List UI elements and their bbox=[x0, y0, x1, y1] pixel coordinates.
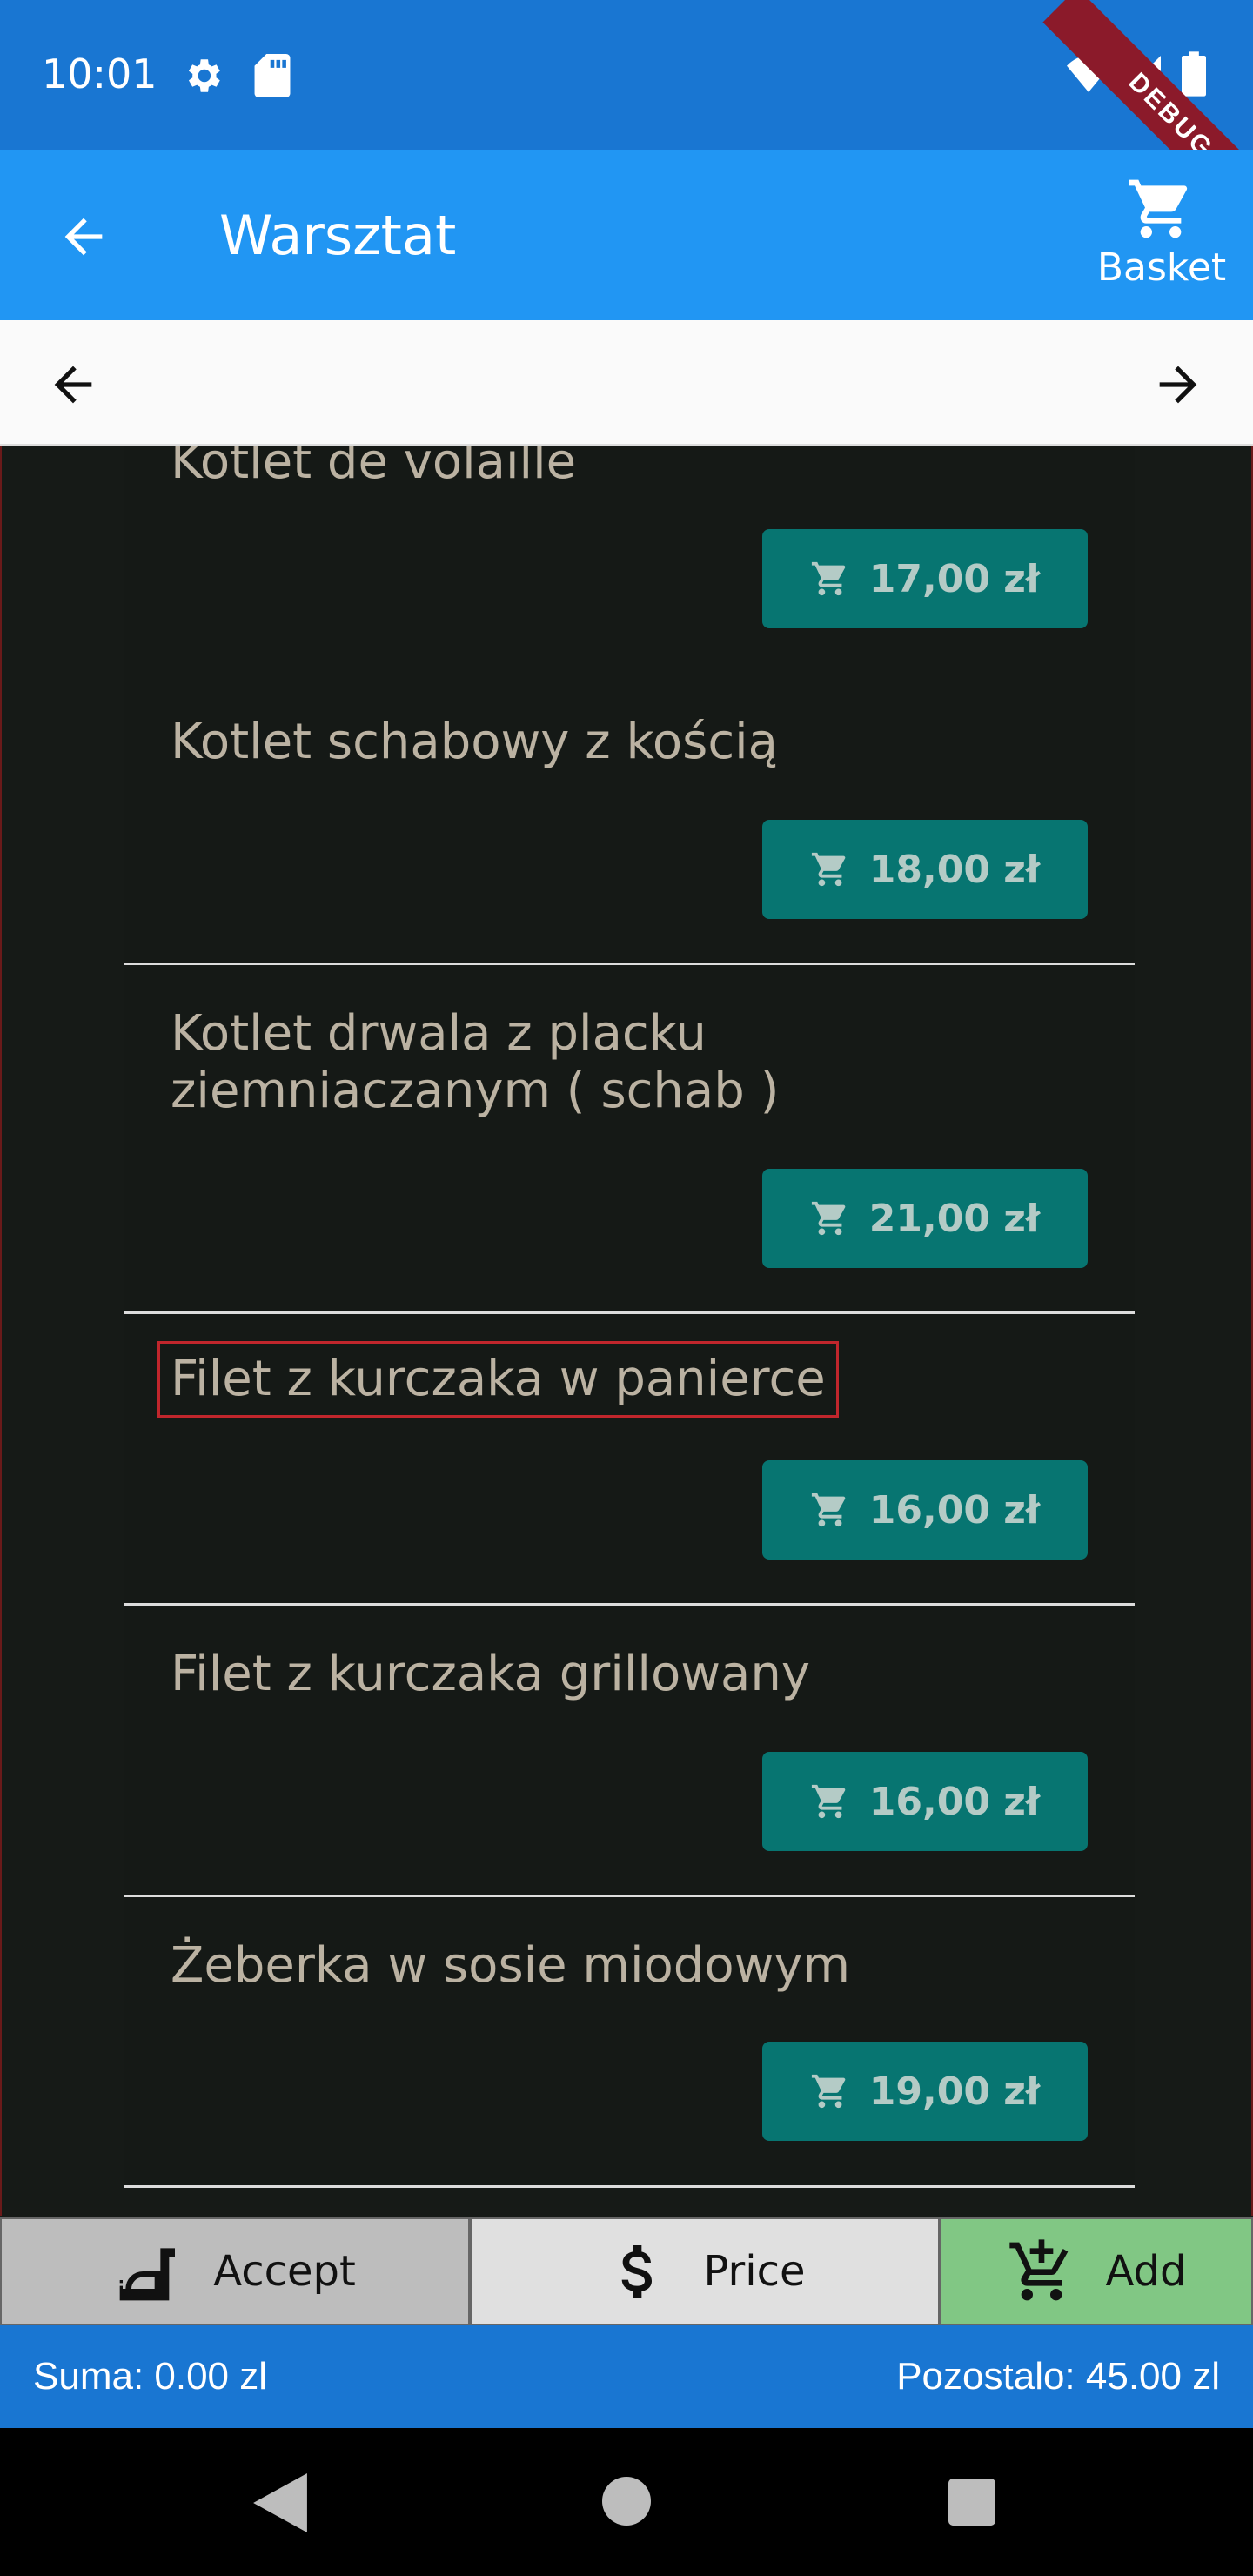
app-bar bbox=[0, 150, 1253, 320]
list-item: Kotlet schabowy z kością 18,00 zł bbox=[124, 674, 1135, 965]
list-item: Żeberka w sosie miodowym 19,00 zł bbox=[124, 1897, 1135, 2188]
sum-text: Suma: 0.00 zl bbox=[33, 2355, 268, 2398]
price-label: 17,00 zł bbox=[868, 556, 1041, 601]
cart-icon bbox=[811, 1784, 846, 1819]
item-name: Filet z kurczaka grillowany bbox=[171, 1646, 810, 1702]
system-home-icon[interactable] bbox=[602, 2477, 651, 2526]
cart-icon bbox=[811, 1201, 846, 1236]
add-button[interactable]: Add bbox=[940, 2217, 1253, 2325]
basket-label: Basket bbox=[1096, 245, 1227, 290]
sd-card-icon bbox=[254, 54, 291, 97]
basket-button[interactable]: Basket bbox=[1088, 174, 1236, 305]
system-back-icon[interactable] bbox=[252, 2473, 308, 2532]
price-label: 21,00 zł bbox=[868, 1196, 1041, 1241]
cart-icon bbox=[811, 1493, 846, 1527]
system-recents-icon[interactable] bbox=[948, 2479, 995, 2526]
arrow-right-icon[interactable] bbox=[1150, 357, 1206, 413]
dollar-icon bbox=[622, 2245, 653, 2298]
cart-icon bbox=[811, 2074, 846, 2109]
gear-icon bbox=[188, 59, 220, 92]
cart-icon bbox=[811, 561, 846, 596]
list-item: Filet z kurczaka grillowany 16,00 zł bbox=[124, 1606, 1135, 1897]
price-button[interactable]: 19,00 zł bbox=[762, 2042, 1088, 2141]
item-name: Żeberka w sosie miodowym bbox=[171, 1937, 851, 1994]
price-button[interactable]: 16,00 zł bbox=[762, 1752, 1088, 1851]
category-nav-strip bbox=[0, 320, 1253, 446]
item-name: Kotlet schabowy z kością bbox=[171, 714, 778, 770]
page-title: Warsztat bbox=[219, 204, 457, 267]
price-button[interactable]: 21,00 zł bbox=[762, 1169, 1088, 1268]
item-name: Kotlet drwala z placku ziemniaczanym ( s… bbox=[171, 1005, 780, 1119]
price-button[interactable]: 16,00 zł bbox=[762, 1460, 1088, 1560]
price-button[interactable]: 18,00 zł bbox=[762, 820, 1088, 919]
cart-icon bbox=[1129, 179, 1188, 238]
price-label: 16,00 zł bbox=[868, 1779, 1041, 1824]
add-to-cart-icon bbox=[1008, 2239, 1068, 2301]
price-label: 16,00 zł bbox=[868, 1487, 1041, 1533]
item-name: Kotlet de volaille bbox=[171, 446, 577, 490]
price-label: 18,00 zł bbox=[868, 847, 1041, 892]
back-arrow-icon[interactable] bbox=[56, 209, 111, 265]
price-button[interactable]: 17,00 zł bbox=[762, 529, 1088, 628]
list-item: Kotlet drwala z placku ziemniaczanym ( s… bbox=[124, 965, 1135, 1314]
list-item: Filet z kurczaka w panierce 16,00 zł bbox=[124, 1314, 1135, 1606]
list-item: Kotlet de volaille 17,00 zł bbox=[124, 446, 1135, 688]
add-label: Add bbox=[1105, 2247, 1187, 2296]
cart-icon bbox=[811, 852, 846, 887]
room-service-icon bbox=[119, 2248, 176, 2301]
status-time: 10:01 bbox=[42, 50, 157, 97]
price-sort-button[interactable]: Price bbox=[470, 2217, 940, 2325]
price-sort-label: Price bbox=[703, 2247, 806, 2296]
item-name: Filet z kurczaka w panierce bbox=[157, 1341, 839, 1418]
arrow-left-icon[interactable] bbox=[45, 357, 101, 413]
price-label: 19,00 zł bbox=[868, 2069, 1041, 2114]
menu-list[interactable]: Kotlet de volaille 17,00 zł Kotlet schab… bbox=[0, 446, 1253, 2216]
remaining-text: Pozostalo: 45.00 zl bbox=[896, 2355, 1220, 2398]
accept-button[interactable]: Accept bbox=[0, 2217, 470, 2325]
action-bar: Accept Price Add bbox=[0, 2217, 1253, 2325]
accept-label: Accept bbox=[213, 2247, 356, 2296]
